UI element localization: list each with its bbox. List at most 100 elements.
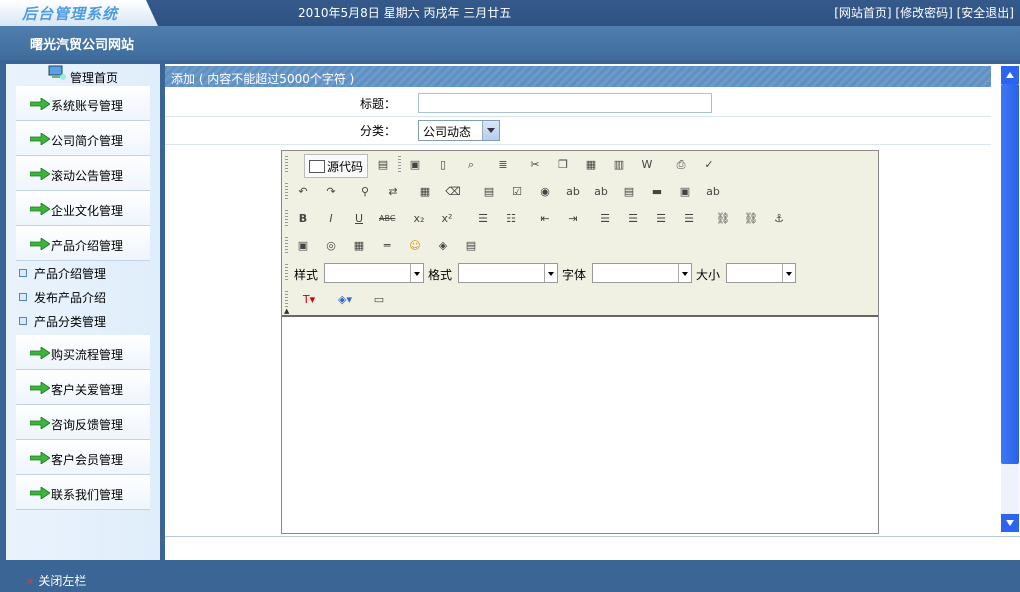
link-change-password[interactable]: [修改密码] <box>895 6 952 20</box>
sidebar-item-purchase-flow[interactable]: 购买流程管理 <box>16 335 150 370</box>
format-label: 格式 <box>428 268 453 282</box>
radio-icon[interactable]: ◉ <box>534 181 556 203</box>
select-all-icon[interactable]: ▦ <box>414 181 436 203</box>
sidebar-item-members[interactable]: 客户会员管理 <box>16 440 150 475</box>
chevron-down-icon[interactable] <box>678 264 691 282</box>
align-center-icon[interactable]: ☰ <box>622 208 644 230</box>
vertical-scrollbar[interactable] <box>1001 66 1019 532</box>
justify-icon[interactable]: ☰ <box>678 208 700 230</box>
superscript-icon[interactable]: x² <box>436 208 458 230</box>
templates-icon[interactable]: ≣ <box>492 154 514 176</box>
save-icon[interactable]: ▣ <box>404 154 426 176</box>
link-logout[interactable]: [安全退出] <box>957 6 1014 20</box>
strikethrough-icon[interactable]: ABC <box>376 208 398 230</box>
redo-icon[interactable]: ↷ <box>320 181 342 203</box>
style-select[interactable] <box>324 263 424 283</box>
style-label: 样式 <box>294 268 319 282</box>
sidebar-item-feedback[interactable]: 咨询反馈管理 <box>16 405 150 440</box>
font-select[interactable] <box>592 263 692 283</box>
unordered-list-icon[interactable]: ☷ <box>500 208 522 230</box>
replace-icon[interactable]: ⇄ <box>382 181 404 203</box>
sidebar-item-label: 客户会员管理 <box>51 453 124 467</box>
table-icon[interactable]: ▦ <box>348 235 370 257</box>
logo: 后台管理系统 <box>0 0 158 26</box>
outdent-icon[interactable]: ⇤ <box>534 208 556 230</box>
special-char-icon[interactable]: ◈ <box>432 235 454 257</box>
ordered-list-icon[interactable]: ☰ <box>472 208 494 230</box>
form-icon[interactable]: ▤ <box>478 181 500 203</box>
format-select[interactable] <box>458 263 558 283</box>
title-input[interactable] <box>418 93 712 113</box>
sidebar-item-accounts[interactable]: 系统账号管理 <box>16 86 150 121</box>
sidebar-item-culture[interactable]: 企业文化管理 <box>16 191 150 226</box>
arrow-icon <box>30 347 50 359</box>
flash-icon[interactable]: ◎ <box>320 235 342 257</box>
arrow-icon <box>30 238 50 250</box>
find-icon[interactable]: ⚲ <box>354 181 376 203</box>
sidebar-subitem-publish-product[interactable]: 发布产品介绍 <box>16 287 150 307</box>
unlink-icon[interactable]: ⛓ <box>740 208 762 230</box>
indent-icon[interactable]: ⇥ <box>562 208 584 230</box>
chevron-down-icon[interactable] <box>482 121 499 140</box>
chevron-down-icon[interactable] <box>410 264 423 282</box>
scroll-down-icon[interactable] <box>1001 514 1019 532</box>
image-icon[interactable]: ▣ <box>292 235 314 257</box>
new-page-icon[interactable]: ▯ <box>432 154 454 176</box>
sidebar-item-scroll-notice[interactable]: 滚动公告管理 <box>16 156 150 191</box>
bg-color-icon[interactable]: ◈▾ <box>328 289 362 311</box>
textfield-icon[interactable]: ab <box>562 181 584 203</box>
underline-icon[interactable]: U <box>348 208 370 230</box>
sidebar-item-company-intro[interactable]: 公司简介管理 <box>16 121 150 156</box>
scroll-up-icon[interactable] <box>1001 66 1019 84</box>
category-select[interactable]: 公司动态 <box>418 120 500 141</box>
sidebar-home[interactable]: 管理首页 <box>6 64 160 86</box>
link-icon[interactable]: ⛓ <box>712 208 734 230</box>
sidebar-subitem-product-category[interactable]: 产品分类管理 <box>16 311 150 331</box>
source-button[interactable]: 源代码 <box>304 154 368 178</box>
hidden-field-icon[interactable]: ab <box>702 181 724 203</box>
copy-icon[interactable]: ❐ <box>552 154 574 176</box>
arrow-icon <box>30 382 50 394</box>
checkbox-icon[interactable]: ☑ <box>506 181 528 203</box>
size-select[interactable] <box>726 263 796 283</box>
chevron-down-icon[interactable] <box>782 264 795 282</box>
button-field-icon[interactable]: ▬ <box>646 181 668 203</box>
page-break-icon[interactable]: ▤ <box>460 235 482 257</box>
smiley-icon[interactable]: ☺ <box>404 235 426 257</box>
remove-format-icon[interactable]: ⌫ <box>442 181 464 203</box>
sidebar-item-contact[interactable]: 联系我们管理 <box>16 475 150 510</box>
textarea-icon[interactable]: ab <box>590 181 612 203</box>
show-blocks-icon[interactable]: ▭ <box>368 289 390 311</box>
paste-icon[interactable]: ▦ <box>580 154 602 176</box>
undo-icon[interactable]: ↶ <box>292 181 314 203</box>
sidebar-item-label: 公司简介管理 <box>51 134 124 148</box>
sidebar-subitem-product-manage[interactable]: 产品介绍管理 <box>16 263 150 283</box>
close-sidebar-link[interactable]: ✕ 关闭左栏 <box>26 572 86 589</box>
align-left-icon[interactable]: ☰ <box>594 208 616 230</box>
align-right-icon[interactable]: ☰ <box>650 208 672 230</box>
text-color-icon[interactable]: T▾ <box>292 289 326 311</box>
scroll-thumb[interactable] <box>1001 84 1019 464</box>
chevron-down-icon[interactable] <box>544 264 557 282</box>
link-site-home[interactable]: [网站首页] <box>834 6 891 20</box>
spellcheck-icon[interactable]: ✓ <box>698 154 720 176</box>
paste-word-icon[interactable]: W <box>636 154 658 176</box>
sidebar-item-customer-care[interactable]: 客户关爱管理 <box>16 370 150 405</box>
image-button-icon[interactable]: ▣ <box>674 181 696 203</box>
italic-icon[interactable]: I <box>320 208 342 230</box>
anchor-icon[interactable]: ⚓ <box>768 208 790 230</box>
paste-text-icon[interactable]: ▥ <box>608 154 630 176</box>
print-icon[interactable]: ⎙ <box>670 154 692 176</box>
sidebar-item-label: 客户关爱管理 <box>51 383 124 397</box>
collapse-toolbar-icon[interactable]: ▲ <box>284 307 289 315</box>
horizontal-rule-icon[interactable]: ═ <box>376 235 398 257</box>
subscript-icon[interactable]: x₂ <box>408 208 430 230</box>
editor-content-area[interactable] <box>282 317 878 533</box>
preview-icon[interactable]: ⌕ <box>460 154 482 176</box>
cut-icon[interactable]: ✂ <box>524 154 546 176</box>
bold-icon[interactable]: B <box>292 208 314 230</box>
sidebar-item-products[interactable]: 产品介绍管理 <box>16 226 150 261</box>
select-field-icon[interactable]: ▤ <box>618 181 640 203</box>
preview-doc-icon[interactable]: ▤ <box>372 154 394 176</box>
close-sidebar-label: 关闭左栏 <box>38 574 87 588</box>
